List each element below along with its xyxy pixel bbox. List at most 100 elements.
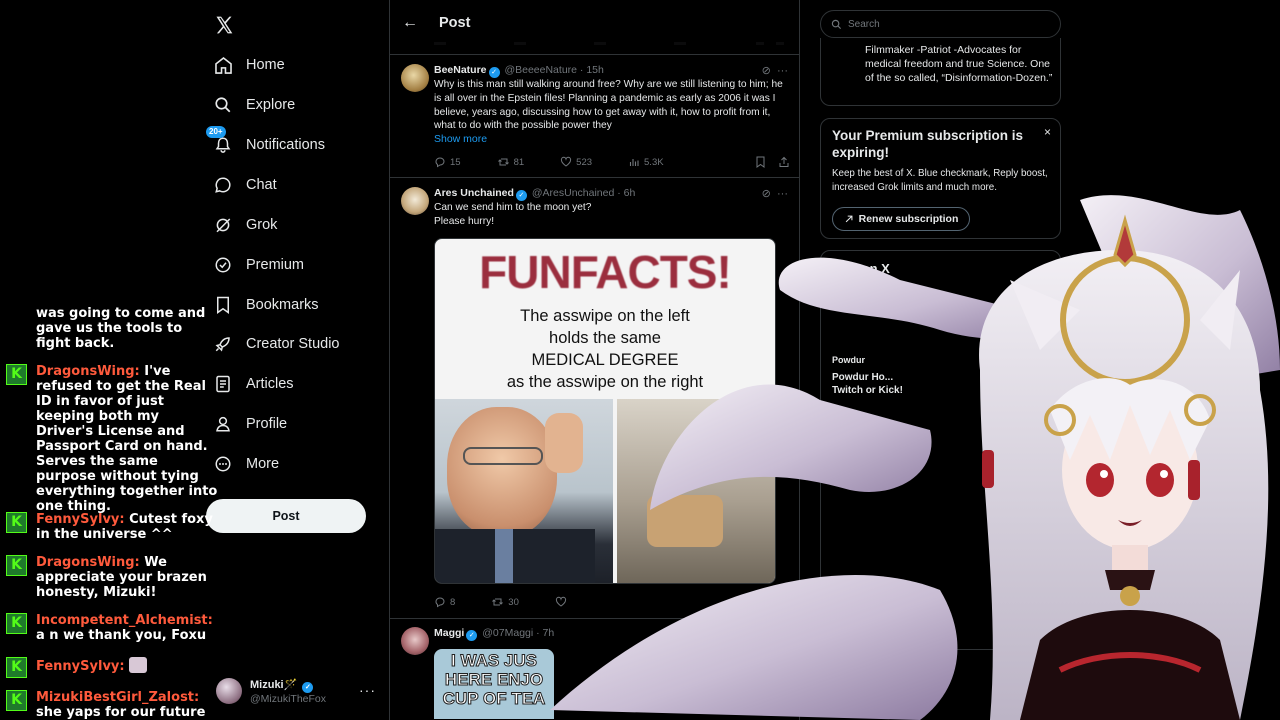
tweet-actions: 15 81 523 5.3K — [434, 156, 790, 168]
search-icon — [212, 94, 234, 116]
live-host[interactable]: Powdur — [832, 355, 865, 365]
nav-chat[interactable]: Chat — [212, 170, 277, 200]
tweet-author-name[interactable]: Maggi — [434, 627, 464, 639]
nav-notifications[interactable]: 20+ Notifications — [206, 126, 325, 160]
grok-icon[interactable]: ⊘ — [762, 188, 771, 200]
avatar[interactable] — [401, 64, 429, 92]
tweet-handle[interactable]: @BeeeeNature — [504, 64, 577, 76]
tweet[interactable]: BeeNature ✓ @BeeeeNature · 15h ⊘ ··· Why … — [390, 55, 799, 177]
nav-creator-studio[interactable]: Creator Studio — [212, 329, 340, 359]
close-icon[interactable]: × — [1044, 125, 1051, 139]
nav-grok[interactable]: Grok — [212, 210, 277, 240]
nav-premium[interactable]: Premium — [212, 250, 304, 280]
share-icon[interactable] — [778, 156, 790, 168]
heart-icon — [561, 156, 572, 167]
account-more-icon[interactable]: ··· — [359, 682, 376, 698]
nav-more-label: More — [246, 456, 280, 472]
nav-explore-label: Explore — [246, 97, 296, 113]
chat-text: I've refused to get the Real ID in favor… — [36, 364, 218, 514]
wand-icon: 🪄 — [283, 678, 298, 691]
tweet-author-name[interactable]: Ares Unchained — [434, 187, 514, 199]
account-switcher[interactable]: Mizuki🪄 ✓ @MizukiTheFox ··· — [216, 674, 376, 708]
like-button[interactable] — [555, 596, 571, 608]
repost-button[interactable]: 30 — [491, 596, 519, 608]
tweet-handle[interactable]: @07Maggi — [482, 627, 533, 639]
post-button[interactable]: Post — [206, 499, 366, 533]
x-logo-icon[interactable] — [214, 14, 234, 36]
chat-icon — [212, 174, 234, 196]
premium-icon — [212, 254, 234, 276]
reply-count: 8 — [450, 596, 456, 608]
chat-username: FennySylvy: — [36, 512, 125, 527]
account-name: Mizuki — [250, 678, 284, 691]
verified-icon: ✓ — [466, 630, 478, 641]
tweet-time[interactable]: 6h — [624, 187, 636, 199]
search-input[interactable] — [848, 18, 1038, 30]
tweet-text: Why is this man still walking around fre… — [434, 79, 783, 132]
profile-bio: Filmmaker -Patriot -Advocates for medica… — [865, 44, 1053, 84]
more-icon[interactable]: ··· — [777, 188, 788, 200]
tweet-text-line: Please hurry! — [434, 215, 495, 227]
bangs — [1050, 378, 1210, 460]
reply-icon — [435, 597, 445, 608]
notifications-badge: 20+ — [206, 126, 226, 138]
renew-label: Renew subscription — [858, 213, 959, 225]
live-title: Live on X — [832, 261, 890, 276]
more-icon[interactable]: ··· — [777, 65, 788, 77]
choker — [1105, 570, 1155, 590]
tweet[interactable]: Ares Unchained ✓ @AresUnchained · 6h ⊘ ··… — [390, 178, 799, 618]
renew-subscription-button[interactable]: Renew subscription — [832, 207, 970, 231]
meme-photo-left — [435, 399, 613, 583]
tweet-image[interactable]: FUNFACTS! The asswipe on the left holds … — [434, 238, 776, 584]
live-description[interactable]: Powdur Ho... Twitch or Kick! — [832, 371, 912, 397]
dot-separator: · — [614, 187, 624, 199]
reply-button[interactable]: 15 — [434, 156, 461, 168]
search-box[interactable] — [820, 10, 1061, 38]
tweet[interactable]: Maggi ✓ @07Maggi · 7h I WAS JUS HERE ENJO… — [390, 619, 799, 720]
tweet-time[interactable]: 7h — [543, 627, 555, 639]
bookmark-icon[interactable] — [755, 156, 766, 168]
tweet-actions: 8 30 — [434, 596, 790, 608]
timeline-column[interactable]: ← Post BeeNature ✓ @BeeeeNature · 15h ⊘ ·… — [389, 0, 800, 720]
meme-text: I WAS JUS HERE ENJO CUP OF TEA — [434, 649, 554, 709]
like-count: 523 — [576, 156, 593, 168]
reply-icon — [435, 157, 445, 168]
repost-icon — [492, 598, 504, 606]
nav-articles-label: Articles — [246, 376, 294, 392]
avatar[interactable] — [401, 187, 429, 215]
views-button[interactable]: 5.3K — [628, 156, 664, 168]
nav-home-label: Home — [246, 57, 285, 73]
grok-icon — [212, 214, 234, 236]
grok-icon[interactable]: ⊘ — [762, 65, 771, 77]
nav-more[interactable]: More — [212, 449, 279, 479]
fox-ear-right — [1200, 270, 1240, 350]
reply-button[interactable]: 8 — [434, 596, 455, 608]
tweet-image[interactable]: I WAS JUS HERE ENJO CUP OF TEA — [434, 649, 554, 719]
nav-chat-label: Chat — [246, 177, 277, 193]
repost-button[interactable]: 81 — [497, 156, 525, 168]
chat-message: K MizukiBestGirl_Zalost: she yaps for ou… — [6, 690, 220, 720]
chat-text: a n we thank you, Foxu — [36, 628, 207, 643]
tweet-handle[interactable]: @AresUnchained — [532, 187, 614, 199]
chat-emote-icon — [129, 657, 148, 673]
meme-text-line: CUP OF TEA — [442, 689, 546, 709]
halo — [1060, 255, 1190, 385]
nav-articles[interactable]: Articles — [212, 369, 294, 399]
nav-explore[interactable]: Explore — [212, 90, 295, 120]
show-more-link[interactable]: Show more — [434, 133, 487, 145]
tweet-time[interactable]: 15h — [586, 64, 604, 76]
nav-bookmarks[interactable]: Bookmarks — [212, 290, 319, 320]
nav-grok-label: Grok — [246, 217, 278, 233]
nav-bookmarks-label: Bookmarks — [246, 297, 319, 313]
like-button[interactable]: 523 — [560, 156, 592, 168]
back-arrow-icon[interactable]: ← — [402, 14, 418, 32]
dot-separator: · — [533, 627, 543, 639]
avatar[interactable] — [401, 627, 429, 655]
tweet-author-name[interactable]: BeeNature — [434, 64, 487, 76]
nav-profile[interactable]: Profile — [212, 409, 287, 439]
repost-count: 81 — [513, 156, 525, 168]
chat-message: K Incompetent_Alchemist: a n we thank yo… — [6, 613, 220, 643]
tweet-header: Ares Unchained ✓ @AresUnchained · 6h — [434, 187, 635, 201]
nav-home[interactable]: Home — [212, 50, 285, 80]
search-icon — [831, 19, 842, 29]
